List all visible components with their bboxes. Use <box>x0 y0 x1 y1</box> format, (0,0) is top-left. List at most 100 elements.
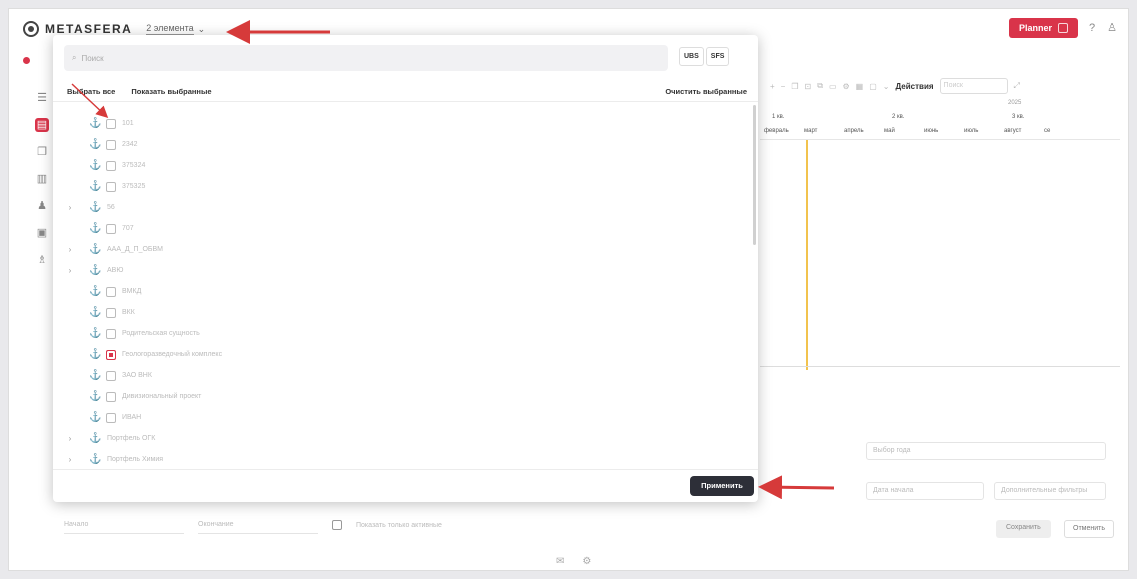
tree-item[interactable]: ⚓ Дивизиональный проект <box>65 386 745 407</box>
help-icon[interactable]: ? <box>1086 22 1098 34</box>
tree-item[interactable]: ⚓ Геологоразведочный комплекс <box>65 344 745 365</box>
tree-item-label: Портфель Химия <box>107 456 164 463</box>
tree-item-checkbox[interactable] <box>106 349 116 360</box>
grid-icon[interactable]: ▢ <box>869 82 877 91</box>
tree-item[interactable]: ⚓ ВМКД <box>65 281 745 302</box>
tree-item[interactable]: ⚓ Родительская сущность <box>65 323 745 344</box>
actions-menu[interactable]: Действия <box>896 82 934 91</box>
apply-button[interactable]: Применить <box>690 476 754 496</box>
search-input[interactable]: ⌕ Поиск <box>64 45 668 71</box>
app-logo: METASFERA <box>45 22 133 36</box>
settings-icon[interactable]: ⚙ <box>582 556 591 567</box>
menu-icon[interactable]: ☰ <box>35 91 49 105</box>
tree-item-checkbox[interactable] <box>106 328 116 339</box>
tree-item-label: 375324 <box>122 162 146 169</box>
tree-item[interactable]: ⚓ 101 <box>65 113 745 134</box>
tree-scrollbar[interactable] <box>753 105 756 245</box>
save-button[interactable]: Сохранить <box>996 520 1051 538</box>
tree-item-label: Дивизиональный проект <box>122 393 202 400</box>
tree-item-label: ЗАО ВНК <box>122 372 152 379</box>
month-label: апрель <box>844 128 864 134</box>
anchor-icon: ⚓ <box>89 433 102 444</box>
people-icon[interactable]: ♟ <box>35 199 49 213</box>
tree-item[interactable]: ⚓ ИВАН <box>65 407 745 428</box>
tree-item-checkbox[interactable] <box>106 286 116 297</box>
gantt-search-input[interactable]: Поиск <box>939 78 1008 94</box>
team-icon[interactable]: ♗ <box>35 253 49 267</box>
lock-icon[interactable]: ⊡ <box>805 82 812 91</box>
quarter-label: 2 кв. <box>892 114 905 120</box>
tree-item[interactable]: › ⚓ ААА_Д_П_ОБВМ <box>65 239 745 260</box>
anchor-icon: ⚓ <box>89 391 102 402</box>
delete-icon[interactable]: ▭ <box>829 82 837 91</box>
chevron-down-icon[interactable]: ⌄ <box>883 82 890 91</box>
user-icon[interactable]: ♙ <box>1106 22 1118 34</box>
selection-count-dropdown[interactable]: 2 элемента <box>146 23 194 35</box>
remove-icon[interactable]: − <box>781 82 786 91</box>
tree-item-label: Родительская сущность <box>122 330 200 337</box>
tree-item[interactable]: ⚓ 2342 <box>65 134 745 155</box>
tree-item-checkbox[interactable] <box>106 118 116 129</box>
copy-icon[interactable]: ❐ <box>791 82 798 91</box>
footer-icons: ✉ ⚙ <box>556 556 591 567</box>
show-selected-link[interactable]: Показать выбранные <box>131 87 211 96</box>
chevron-down-icon[interactable]: ⌄ <box>198 24 206 35</box>
tree-item-checkbox[interactable] <box>106 412 116 423</box>
tree-item[interactable]: ⚓ 375325 <box>65 176 745 197</box>
extra-filters-field[interactable]: Дополнительные фильтры <box>994 482 1106 500</box>
anchor-icon: ⚓ <box>89 370 102 381</box>
tree-item[interactable]: ⚓ ВКК <box>65 302 745 323</box>
tree-item-label: 56 <box>107 204 115 211</box>
calendar-icon[interactable]: ▣ <box>35 226 49 240</box>
divider <box>53 101 758 102</box>
segment-ubs[interactable]: UBS <box>679 47 704 66</box>
expand-icon[interactable]: ⤢ <box>1014 81 1020 91</box>
tree-item[interactable]: › ⚓ Портфель Химия <box>65 449 745 465</box>
date-from-field[interactable]: Дата начала <box>866 482 984 500</box>
start-field[interactable]: Начало <box>64 516 184 534</box>
chevron-right-icon[interactable]: › <box>65 203 75 212</box>
end-field[interactable]: Окончание <box>198 516 318 534</box>
tree-item-checkbox[interactable] <box>106 223 116 234</box>
tree-item[interactable]: ⚓ 707 <box>65 218 745 239</box>
tree-item-checkbox[interactable] <box>106 391 116 402</box>
select-all-link[interactable]: Выбрать все <box>67 87 115 96</box>
tree-item[interactable]: ⚓ 375324 <box>65 155 745 176</box>
chevron-right-icon[interactable]: › <box>65 245 75 254</box>
anchor-icon: ⚓ <box>89 118 102 129</box>
settings-icon[interactable]: ⚙ <box>843 82 850 91</box>
tree-item-checkbox[interactable] <box>106 181 116 192</box>
copy-icon[interactable]: ❐ <box>35 145 49 159</box>
cancel-button[interactable]: Отменить <box>1064 520 1114 538</box>
active-only-label: Показать только активные <box>356 521 442 529</box>
tree-item-label: 101 <box>122 120 134 127</box>
tree-item-checkbox[interactable] <box>106 160 116 171</box>
clear-selected-link[interactable]: Очистить выбранные <box>665 87 747 96</box>
tree-item[interactable]: › ⚓ Портфель ОГК <box>65 428 745 449</box>
add-icon[interactable]: + <box>770 82 775 91</box>
chevron-right-icon[interactable]: › <box>65 455 75 464</box>
tree-item-checkbox[interactable] <box>106 307 116 318</box>
tree-item[interactable]: ⚓ ЗАО ВНК <box>65 365 745 386</box>
tree-item-checkbox[interactable] <box>106 370 116 381</box>
plan-toggle-icon <box>1058 23 1068 33</box>
anchor-icon: ⚓ <box>89 181 102 192</box>
segment-sfs[interactable]: SFS <box>705 47 730 66</box>
year-field[interactable]: Выбор года <box>866 442 1106 460</box>
dashboard-icon[interactable]: ▤ <box>35 118 49 132</box>
mail-icon[interactable]: ✉ <box>556 556 564 567</box>
tree-item-label: ААА_Д_П_ОБВМ <box>107 246 163 253</box>
plan-button[interactable]: Planner <box>1008 18 1078 38</box>
documents-icon[interactable]: ▥ <box>35 172 49 186</box>
filter-icon[interactable]: ▦ <box>856 82 864 91</box>
tree-item-checkbox[interactable] <box>106 139 116 150</box>
selection-actions: Выбрать все Показать выбранные Очистить … <box>67 87 747 96</box>
portfolio-filter-modal: ⌕ Поиск UBS SFS Выбрать все Показать выб… <box>53 35 758 502</box>
chevron-right-icon[interactable]: › <box>65 434 75 443</box>
tree-item[interactable]: › ⚓ АВЮ <box>65 260 745 281</box>
status-dot-icon <box>23 57 30 64</box>
paste-icon[interactable]: ⧉ <box>817 81 823 91</box>
tree-item[interactable]: › ⚓ 56 <box>65 197 745 218</box>
chevron-right-icon[interactable]: › <box>65 266 75 275</box>
active-only-checkbox[interactable] <box>332 520 342 530</box>
